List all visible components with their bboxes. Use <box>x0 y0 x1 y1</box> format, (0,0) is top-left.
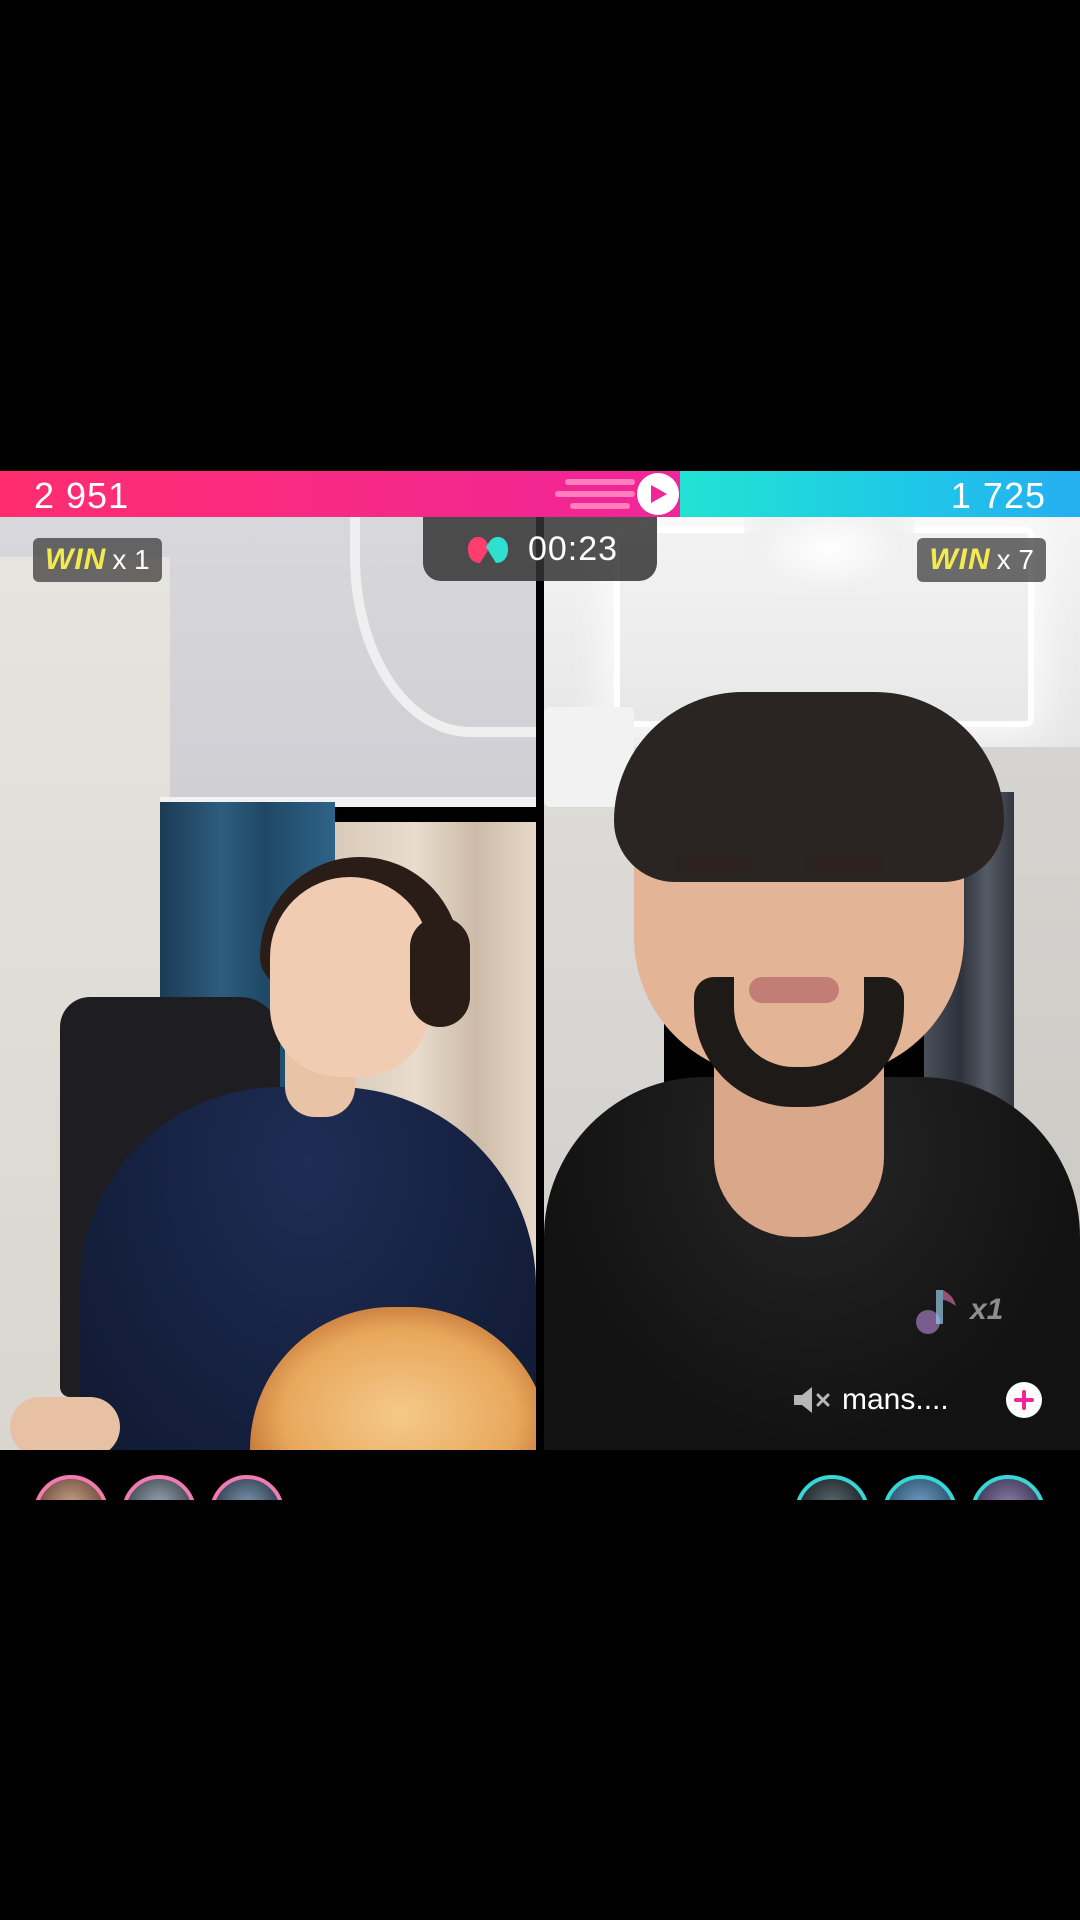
multiplier-value: x1 <box>970 1293 1004 1326</box>
win-count: x 7 <box>996 544 1034 575</box>
win-count: x 1 <box>112 544 150 575</box>
battle-score-bar: 2 951 1 725 <box>0 471 1080 517</box>
left-streamer-video[interactable] <box>0 517 536 1450</box>
music-note-icon <box>916 1290 956 1334</box>
opponent-name[interactable]: mans.... <box>842 1383 949 1417</box>
gift-multiplier-badge[interactable]: x1 <box>912 1280 1052 1340</box>
opponent-info-pill[interactable]: mans.... <box>790 1373 1042 1427</box>
follow-button[interactable] <box>1006 1382 1042 1418</box>
live-battle-screen: 2 951 1 725 WIN x 1 WIN x 7 00:23 x1 man… <box>0 0 1080 1920</box>
bottom-black-area <box>0 1500 1080 1920</box>
right-win-streak-badge: WIN x 7 <box>917 538 1046 582</box>
plus-icon <box>1014 1390 1034 1410</box>
battle-timer[interactable]: 00:23 <box>423 517 657 581</box>
speaker-muted-icon[interactable] <box>790 1382 834 1418</box>
timer-value: 00:23 <box>527 529 619 568</box>
boxing-gloves-icon <box>467 536 508 563</box>
right-score-segment: 1 725 <box>680 471 1080 517</box>
score-comet-icon <box>555 473 679 515</box>
right-score: 1 725 <box>950 475 1046 516</box>
panel-divider <box>536 517 544 1450</box>
win-label: WIN <box>929 543 991 576</box>
win-label: WIN <box>45 543 107 576</box>
left-win-streak-badge: WIN x 1 <box>33 538 162 582</box>
left-score: 2 951 <box>34 475 130 516</box>
